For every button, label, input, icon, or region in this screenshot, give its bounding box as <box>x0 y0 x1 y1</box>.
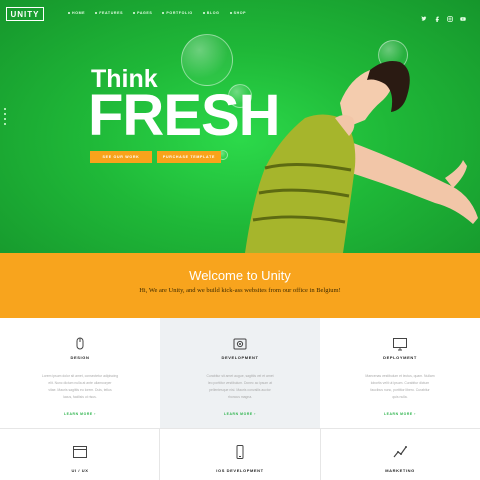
slider-dot[interactable] <box>4 123 6 125</box>
mouse-icon <box>76 337 84 350</box>
description-line: faucibus nunc, porttitor libero. Curabit… <box>370 388 430 392</box>
nav-label: PORTFOLIO <box>166 11 193 15</box>
main-nav: HOME FEATURES PAGES PORTFOLIO BLOG SHOP <box>68 11 246 15</box>
service-title: IOS DEVELOPMENT <box>216 468 264 473</box>
purchase-template-button[interactable]: PURCHASE TEMPLATE <box>157 151 221 163</box>
nav-label: SHOP <box>233 11 247 15</box>
welcome-band <box>0 253 480 318</box>
twitter-icon[interactable] <box>421 9 427 21</box>
service-description: Curabitur sit amet augue, sagittis vel e… <box>184 373 296 401</box>
service-card-ui-ux: UI / UX <box>0 428 160 480</box>
learn-more-label: LEARN MORE <box>383 412 413 416</box>
bullet-icon <box>229 12 232 14</box>
description-line: lobortis velit ut ipsum. Curabitur dictu… <box>370 381 430 385</box>
welcome-subtitle: Hi, We are Unity, and we build kick-ass … <box>139 287 341 294</box>
bullet-icon <box>95 12 98 14</box>
nav-item-portfolio[interactable]: PORTFOLIO <box>162 11 192 15</box>
service-title: UI / UX <box>71 468 89 473</box>
service-title: MARKETING <box>385 468 415 473</box>
phone-icon <box>236 445 244 459</box>
service-title: DEPLOYMENT <box>383 355 417 360</box>
service-card-marketing: MARKETING <box>320 428 480 480</box>
bubble-decoration <box>181 34 233 86</box>
hero-section: UNITY HOME FEATURES PAGES PORTFOLIO BLOG… <box>0 0 480 253</box>
slider-dot[interactable] <box>4 118 6 120</box>
monitor-icon <box>393 338 407 351</box>
nav-label: HOME <box>72 11 86 15</box>
woman-hero-image <box>245 61 478 253</box>
slider-pagination[interactable] <box>4 108 7 128</box>
learn-more-link[interactable]: LEARN MORE › <box>0 412 160 416</box>
description-line: elit. Nunc dictum nulla at ante ullamcor… <box>48 381 112 385</box>
learn-more-label: LEARN MORE <box>223 412 253 416</box>
bullet-icon <box>133 12 136 14</box>
facebook-icon[interactable] <box>434 9 440 22</box>
services-grid: DESIGN Lorem ipsum dolor sit amet, conse… <box>0 318 480 480</box>
instagram-icon[interactable] <box>447 9 453 22</box>
nav-item-home[interactable]: HOME <box>68 11 85 15</box>
description-line: Maecenas vestibulum et lectus, quam. Nul… <box>365 374 435 378</box>
description-line: Curabitur sit amet augue, sagittis vel e… <box>206 374 274 378</box>
description-line: lacus, facilisis ut risus. <box>63 395 97 399</box>
description-line: pellentesque nisi. Mauris convallis auct… <box>209 388 271 392</box>
nav-label: BLOG <box>206 11 220 15</box>
nav-item-shop[interactable]: SHOP <box>229 11 247 15</box>
nav-label: PAGES <box>137 11 153 15</box>
bullet-icon <box>68 12 70 14</box>
arrow-right-icon: › <box>254 412 257 416</box>
service-description: Lorem ipsum dolor sit amet, consectetur … <box>24 373 136 401</box>
camera-icon <box>233 338 247 350</box>
service-title: DESIGN <box>70 355 90 360</box>
description-line: quis nulla. <box>392 395 408 399</box>
hero-heading-line2: FRESH <box>88 83 281 148</box>
service-card-development: DEVELOPMENT Curabitur sit amet augue, sa… <box>160 318 320 428</box>
nav-item-pages[interactable]: PAGES <box>133 11 152 15</box>
nav-item-features[interactable]: FEATURES <box>95 11 123 15</box>
learn-more-link[interactable]: LEARN MORE › <box>320 412 480 416</box>
learn-more-label: LEARN MORE <box>63 412 93 416</box>
bullet-icon <box>162 12 165 14</box>
youtube-icon[interactable] <box>460 9 466 21</box>
nav-item-blog[interactable]: BLOG <box>202 11 220 15</box>
description-line: leo porttitor vestibulum. Donec ac ipsum… <box>207 381 273 385</box>
service-card-design: DESIGN Lorem ipsum dolor sit amet, conse… <box>0 318 160 428</box>
service-card-ios-development: IOS DEVELOPMENT <box>160 428 320 480</box>
logo[interactable]: UNITY <box>6 7 44 21</box>
description-line: vitae. Mauris sagittis eu lorem. Duis, t… <box>48 388 112 392</box>
arrow-right-icon: › <box>414 412 417 416</box>
bullet-icon <box>202 12 205 14</box>
slider-dot[interactable] <box>4 113 6 115</box>
social-links <box>421 9 466 22</box>
description-line: rhoncus magna. <box>227 395 253 399</box>
service-title: DEVELOPMENT <box>221 355 259 360</box>
chart-icon <box>393 446 407 458</box>
service-description: Maecenas vestibulum et lectus, quam. Nul… <box>344 373 456 401</box>
service-card-deployment: DEPLOYMENT Maecenas vestibulum et lectus… <box>320 318 480 428</box>
browser-window-icon <box>73 446 87 458</box>
arrow-right-icon: › <box>94 412 97 416</box>
welcome-title: Welcome to Unity <box>189 268 291 283</box>
nav-label: FEATURES <box>99 11 124 15</box>
slider-dot[interactable] <box>4 108 6 110</box>
description-line: Lorem ipsum dolor sit amet, consectetur … <box>41 374 119 378</box>
see-our-work-button[interactable]: SEE OUR WORK <box>90 151 152 163</box>
learn-more-link[interactable]: LEARN MORE › <box>160 412 320 416</box>
